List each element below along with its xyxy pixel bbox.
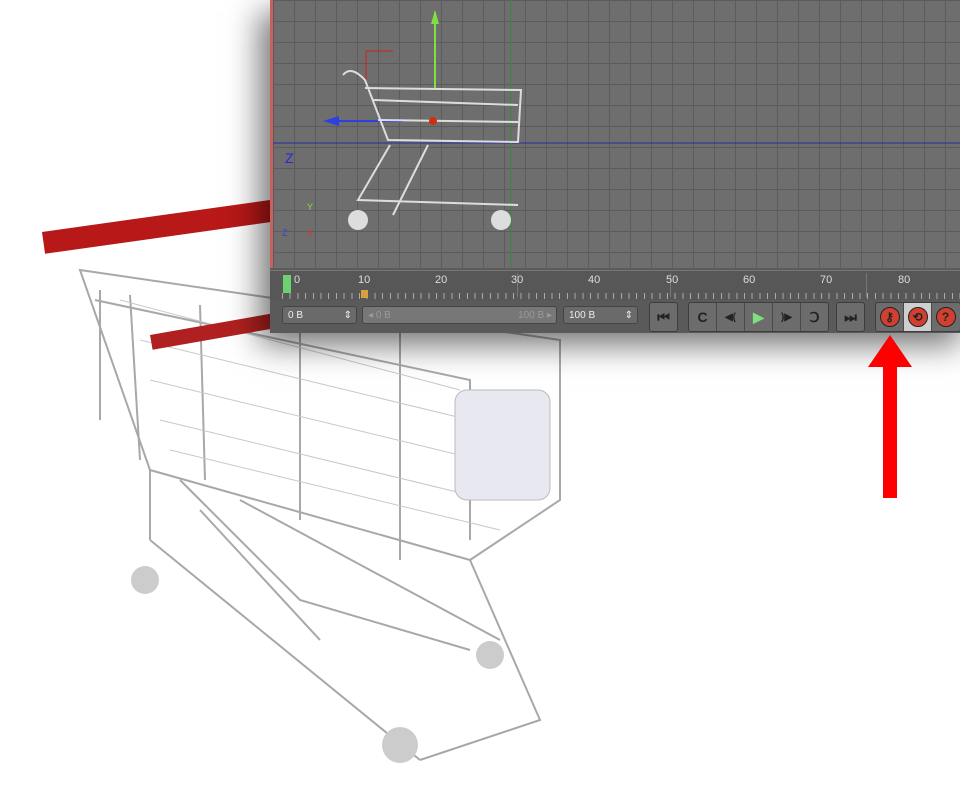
range-start-value: 0 B: [375, 310, 391, 321]
prev-key-button[interactable]: C: [689, 303, 717, 331]
timeline[interactable]: 0 10 20 30 40 50 60 70 80: [270, 270, 960, 301]
red-annotation-arrow-icon: [868, 335, 912, 498]
z-axis-label-small: Z: [282, 228, 288, 238]
end-frame-field[interactable]: 100 B ⇕: [563, 306, 638, 324]
tick-label: 30: [511, 274, 524, 286]
left-arrow-icon[interactable]: ◂: [368, 310, 376, 321]
range-slider[interactable]: ◂ 0 B 100 B ▸: [362, 306, 557, 324]
animation-controls: 0 B ⇕ ◂ 0 B 100 B ▸ 100 B ⇕ ⏮ C ◀(▶)▶ Ↄ ⏭ ⚷ ⟲…: [270, 300, 960, 333]
goto-start-button[interactable]: ⏮: [650, 303, 677, 331]
autokey-icon: ⟲: [907, 307, 928, 327]
next-key-button[interactable]: Ↄ: [801, 303, 828, 331]
help-button[interactable]: ?: [932, 303, 959, 331]
play-button[interactable]: ▶: [745, 303, 773, 331]
prev-frame-button[interactable]: ◀(: [717, 303, 745, 331]
start-frame-field[interactable]: 0 B ⇕: [282, 306, 357, 324]
start-frame-value: 0 B: [288, 310, 304, 321]
tick-label: 60: [743, 274, 756, 286]
stepper-icon[interactable]: ⇕: [344, 307, 352, 325]
tick-label: 50: [666, 274, 679, 286]
tick-label: 0: [294, 274, 301, 286]
stepper-icon[interactable]: ⇕: [625, 307, 633, 325]
x-axis-label-small: X: [307, 228, 314, 238]
cart-wireframe: [273, 0, 960, 268]
3d-viewport[interactable]: Z Y Z X: [270, 0, 960, 268]
keyframe-marker[interactable]: [361, 290, 368, 298]
record-keys-button[interactable]: ⚷: [876, 303, 904, 331]
y-axis-arrow-icon: [431, 10, 439, 24]
timeline-ruler: [282, 293, 960, 299]
playhead[interactable]: [283, 275, 291, 293]
tick-label: 40: [588, 274, 601, 286]
tick-label: 10: [358, 274, 371, 286]
right-arrow-icon[interactable]: ▸: [544, 310, 552, 321]
key-icon: ⚷: [879, 307, 900, 327]
tick-label: 20: [435, 274, 448, 286]
cinema4d-panel: Z Y Z X 0 10 20 30 40 50 60 70 80 0 B ⇕ ◂…: [270, 0, 960, 333]
z-axis-label: Z: [285, 150, 294, 166]
goto-end-button[interactable]: ⏭: [837, 303, 864, 331]
y-axis-label: Y: [307, 202, 314, 212]
tick-label: 80: [898, 274, 911, 286]
range-end-value: 100 B: [518, 310, 545, 321]
next-frame-button[interactable]: )▶: [773, 303, 801, 331]
help-icon: ?: [935, 307, 956, 327]
tick-label: 70: [820, 274, 833, 286]
end-frame-value: 100 B: [569, 310, 596, 321]
autokeying-button[interactable]: ⟲: [904, 303, 932, 331]
